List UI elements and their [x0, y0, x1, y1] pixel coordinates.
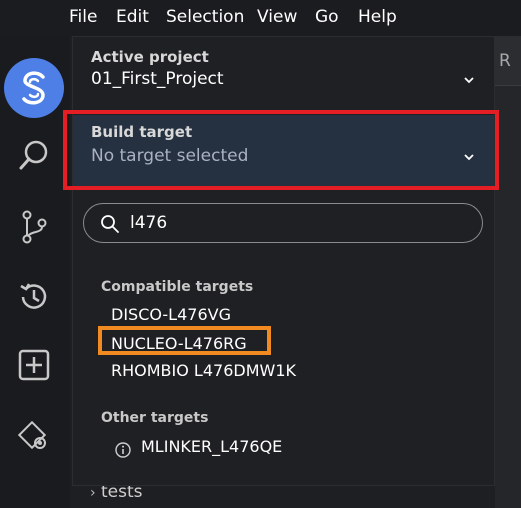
- target-item-disco[interactable]: DISCO-L476VG: [111, 305, 231, 324]
- menu-view[interactable]: View: [257, 7, 297, 27]
- compatible-targets-heading: Compatible targets: [101, 279, 254, 295]
- target-item-label: MLINKER_L476QE: [141, 437, 283, 456]
- chevron-down-icon: [464, 154, 474, 161]
- menu-bar: File Edit Selection View Go Help: [0, 0, 521, 36]
- search-value: l476: [130, 213, 168, 233]
- info-icon: [115, 442, 131, 458]
- search-icon: [101, 215, 119, 233]
- studio-logo-icon[interactable]: [4, 58, 64, 118]
- active-project-value: 01_First_Project: [91, 69, 224, 89]
- chevron-down-icon: [464, 77, 474, 84]
- menu-edit[interactable]: Edit: [116, 7, 149, 27]
- menu-help[interactable]: Help: [358, 7, 397, 27]
- menu-go[interactable]: Go: [315, 7, 339, 27]
- source-control-icon[interactable]: [13, 206, 55, 248]
- build-target-label: Build target: [91, 123, 193, 141]
- add-icon[interactable]: [13, 344, 55, 386]
- target-item-nucleo[interactable]: NUCLEO-L476RG: [111, 334, 247, 353]
- chevron-right-icon: ›: [90, 485, 96, 501]
- build-target-value: No target selected: [91, 146, 249, 166]
- search-icon[interactable]: [13, 134, 55, 176]
- menu-selection[interactable]: Selection: [166, 7, 244, 27]
- editor-tab[interactable]: R: [495, 36, 521, 86]
- history-icon[interactable]: [13, 276, 55, 318]
- target-search-input[interactable]: l476: [83, 203, 483, 243]
- build-target-select[interactable]: Build target No target selected: [73, 115, 494, 188]
- other-targets-heading: Other targets: [101, 410, 209, 426]
- settings-icon[interactable]: [13, 416, 55, 458]
- target-item-rhombio[interactable]: RHOMBIO L476DMW1K: [111, 361, 296, 380]
- project-panel: Active project 01_First_Project Build ta…: [72, 36, 495, 486]
- editor-area: [495, 36, 521, 508]
- active-project-label: Active project: [91, 48, 209, 66]
- menu-file[interactable]: File: [69, 7, 97, 27]
